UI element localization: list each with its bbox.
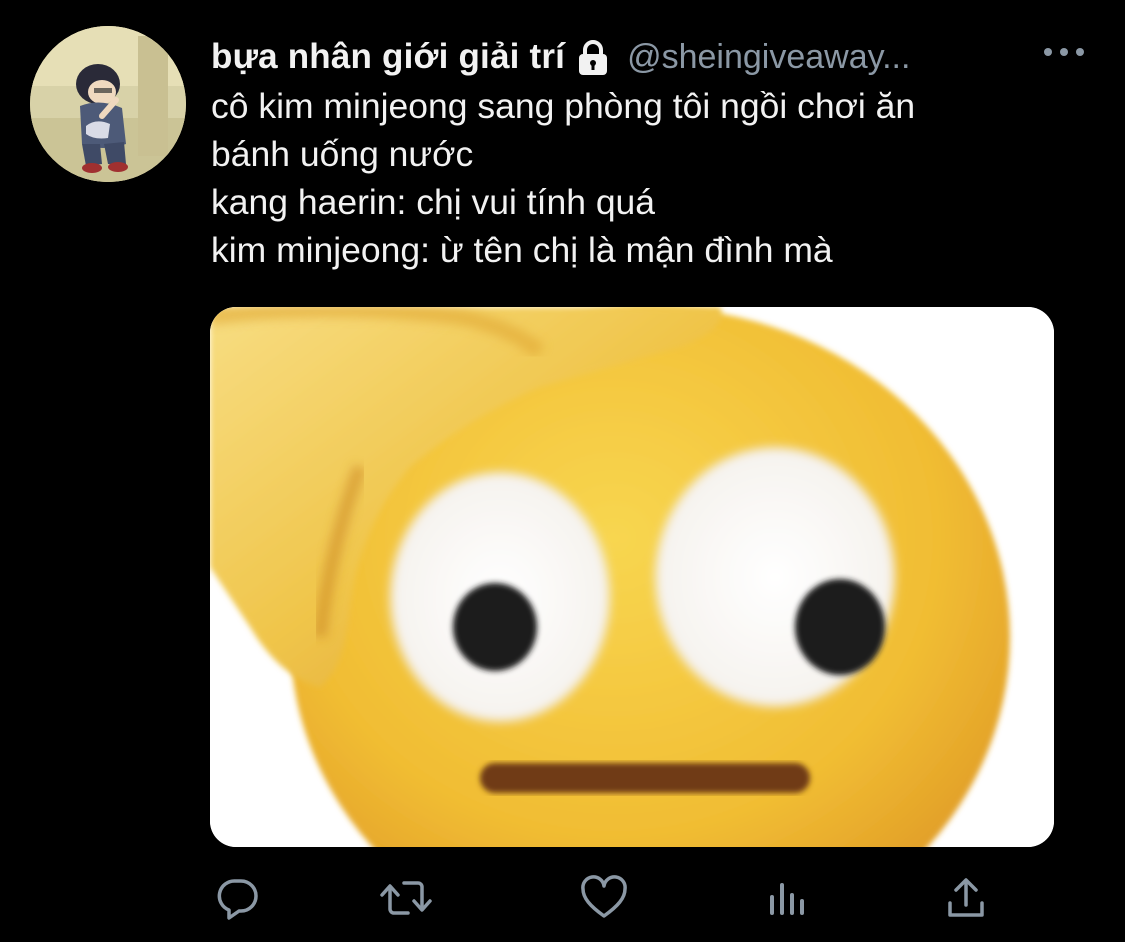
avatar[interactable] bbox=[30, 26, 186, 182]
tweet-header: bựa nhân giới giải trí @sheingiveaway... bbox=[211, 34, 1091, 80]
share-icon[interactable] bbox=[938, 870, 994, 926]
tweet-text: cô kim minjeong sang phòng tôi ngồi chơi… bbox=[211, 82, 1091, 274]
display-name[interactable]: bựa nhân giới giải trí bbox=[211, 37, 565, 77]
tweet-line: bánh uống nước bbox=[211, 134, 474, 174]
analytics-icon[interactable] bbox=[758, 870, 814, 926]
tweet-line: cô kim minjeong sang phòng tôi ngồi chơi… bbox=[211, 86, 916, 126]
retweet-icon[interactable] bbox=[378, 870, 434, 926]
lock-icon bbox=[573, 37, 613, 77]
tweet-media[interactable] bbox=[210, 307, 1054, 847]
face-palm-emoji-image bbox=[210, 307, 1054, 847]
handle[interactable]: @sheingiveaway... bbox=[627, 38, 910, 77]
reply-icon[interactable] bbox=[210, 870, 266, 926]
action-bar bbox=[0, 870, 1125, 926]
like-icon[interactable] bbox=[576, 870, 632, 926]
tweet: bựa nhân giới giải trí @sheingiveaway...… bbox=[0, 0, 1125, 942]
tweet-line: kim minjeong: ừ tên chị là mận đình mà bbox=[211, 230, 833, 270]
tweet-line: kang haerin: chị vui tính quá bbox=[211, 182, 656, 222]
more-options-icon[interactable] bbox=[1040, 40, 1090, 64]
avatar-image bbox=[30, 26, 186, 182]
